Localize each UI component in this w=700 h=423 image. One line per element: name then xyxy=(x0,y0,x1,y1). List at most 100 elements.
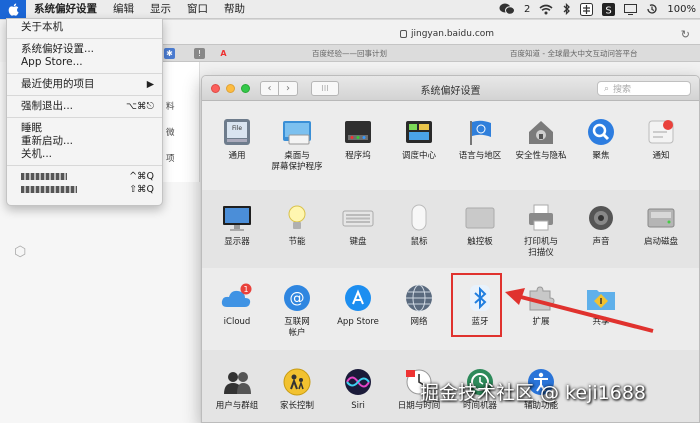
display-icon xyxy=(220,202,254,234)
a-logo-icon[interactable]: A xyxy=(218,48,229,59)
svg-text:@: @ xyxy=(290,289,305,307)
menu-system-preferences[interactable]: 系统偏好设置 xyxy=(26,0,105,19)
pref-startup-disk[interactable]: 启动磁盘 xyxy=(630,202,692,248)
menu-item-lock-screen[interactable]: ^⌘Q xyxy=(7,170,162,183)
siri-icon xyxy=(341,366,375,398)
address-bar[interactable]: jingyan.baidu.com ↻ xyxy=(160,25,700,43)
tab-baidu-jingyan[interactable]: 百度经验——回事计划 xyxy=(312,48,387,59)
network-globe-icon xyxy=(402,282,436,314)
menu-item-sleep[interactable]: 睡眠 xyxy=(7,122,162,135)
pref-label: 桌面与 屏幕保护程序 xyxy=(271,151,323,172)
pref-printers[interactable]: 打印机与 扫描仪 xyxy=(510,202,572,259)
parental-controls-icon xyxy=(280,366,314,398)
pref-label: 鼠标 xyxy=(410,237,428,247)
pref-language-region[interactable]: 语言与地区 xyxy=(449,116,511,162)
wifi-icon[interactable] xyxy=(539,4,553,15)
pref-internet-accounts[interactable]: @ 互联网 帐户 xyxy=(266,282,328,339)
shortcut-label: ⇧⌘Q xyxy=(129,184,154,195)
search-icon: ⌕ xyxy=(604,83,610,94)
apple-menu-icon[interactable] xyxy=(0,0,26,19)
status-area: 2 S 100% xyxy=(499,2,700,16)
menu-item-shutdown[interactable]: 关机... xyxy=(7,148,162,161)
pref-spotlight[interactable]: 聚焦 xyxy=(570,116,632,162)
apple-menu-dropdown: 关于本机 系统偏好设置... App Store... 最近使用的项目 ▶ 强制退… xyxy=(6,18,163,206)
icloud-icon: 1 xyxy=(220,282,254,314)
menu-item-system-prefs[interactable]: 系统偏好设置... xyxy=(7,43,162,56)
menu-item-app-store[interactable]: App Store... xyxy=(7,56,162,69)
pref-trackpad[interactable]: 触控板 xyxy=(449,202,511,248)
pref-energy-saver[interactable]: 节能 xyxy=(266,202,328,248)
menu-item-label: 睡眠 xyxy=(21,122,42,134)
menu-view[interactable]: 显示 xyxy=(142,0,179,19)
desktop-screensaver-icon xyxy=(280,116,314,148)
pref-label: 触控板 xyxy=(467,237,493,247)
menu-edit[interactable]: 编辑 xyxy=(105,0,142,19)
menu-item-label: App Store... xyxy=(21,56,83,68)
pref-users-groups[interactable]: 用户与群组 xyxy=(206,366,268,412)
app-store-icon xyxy=(341,282,375,314)
pref-desktop[interactable]: 桌面与 屏幕保护程序 xyxy=(266,116,328,173)
window-titlebar: ‹ › ⁝⁝⁝ 系统偏好设置 ⌕ 搜索 xyxy=(202,76,699,101)
pref-mouse[interactable]: 鼠标 xyxy=(388,202,450,248)
users-icon xyxy=(220,366,254,398)
pref-icloud[interactable]: 1 iCloud xyxy=(206,282,268,328)
pref-label: 通用 xyxy=(228,151,246,161)
notifications-icon xyxy=(644,116,678,148)
pref-general[interactable]: File 通用 xyxy=(206,116,268,162)
url-text: jingyan.baidu.com xyxy=(411,29,495,39)
menu-separator xyxy=(7,38,162,39)
favicon-icon[interactable]: ✱ xyxy=(164,48,175,59)
pref-label: 调度中心 xyxy=(401,151,436,161)
tab-baidu-zhidao[interactable]: 百度知道 - 全球最大中文互动问答平台 xyxy=(510,48,637,59)
menu-item-about[interactable]: 关于本机 xyxy=(7,21,162,34)
house-lock-icon xyxy=(524,116,558,148)
tab-bar: ✱ ! A 百度经验——回事计划 百度知道 - 全球最大中文互动问答平台 xyxy=(160,44,700,62)
wechat-icon[interactable] xyxy=(499,3,516,15)
search-field[interactable]: ⌕ 搜索 xyxy=(597,81,691,96)
mouse-icon xyxy=(402,202,436,234)
menu-item-force-quit[interactable]: 强制退出... ⌥⌘⎋ xyxy=(7,100,162,113)
bluetooth-status-icon[interactable] xyxy=(562,3,571,15)
menu-item-recent[interactable]: 最近使用的项目 ▶ xyxy=(7,78,162,91)
pref-keyboard[interactable]: 键盘 xyxy=(327,202,389,248)
reload-icon[interactable]: ↻ xyxy=(681,28,690,41)
pref-dock[interactable]: 程序坞 xyxy=(327,116,389,162)
history-icon[interactable] xyxy=(646,3,658,15)
pointer-arrow-icon xyxy=(505,288,654,333)
pref-app-store[interactable]: App Store xyxy=(327,282,389,328)
pref-mission-control[interactable]: 调度中心 xyxy=(388,116,450,162)
pref-displays[interactable]: 显示器 xyxy=(206,202,268,248)
speaker-icon xyxy=(584,202,618,234)
light-bulb-icon xyxy=(280,202,314,234)
menu-item-label: 强制退出... xyxy=(21,100,74,112)
at-sign-icon: @ xyxy=(280,282,314,314)
svg-text:File: File xyxy=(232,125,242,132)
menu-item-label: 最近使用的项目 xyxy=(21,78,95,90)
menu-help[interactable]: 帮助 xyxy=(216,0,253,19)
pref-label: 显示器 xyxy=(224,237,250,247)
pref-parental-controls[interactable]: 家长控制 xyxy=(266,366,328,412)
input-method-icon[interactable] xyxy=(580,2,594,16)
hard-disk-icon xyxy=(644,202,678,234)
pref-label: 聚焦 xyxy=(592,151,610,161)
pref-label: 启动磁盘 xyxy=(643,237,678,247)
sidebar-fragment: 料 xyxy=(166,102,175,112)
pref-notifications[interactable]: 通知 xyxy=(630,116,692,162)
s-app-icon[interactable]: S xyxy=(602,2,616,16)
pref-label: 程序坞 xyxy=(345,151,371,161)
pref-security[interactable]: 安全性与隐私 xyxy=(510,116,572,162)
bookmark-icon[interactable]: ! xyxy=(194,48,205,59)
pref-label: Siri xyxy=(351,401,365,411)
menu-item-logout[interactable]: ⇧⌘Q xyxy=(7,183,162,196)
menu-window[interactable]: 窗口 xyxy=(179,0,216,19)
shortcut-label: ⌥⌘⎋ xyxy=(126,101,154,112)
pref-sound[interactable]: 声音 xyxy=(570,202,632,248)
pref-siri[interactable]: Siri xyxy=(327,366,389,412)
screen-icon[interactable] xyxy=(624,3,638,15)
pref-label: 网络 xyxy=(410,317,428,327)
pref-network[interactable]: 网络 xyxy=(388,282,450,328)
pref-label: App Store xyxy=(337,317,379,327)
lock-icon xyxy=(400,30,407,38)
prefs-section-hardware: 显示器 节能 键盘 鼠标 触控板 打印机与 扫描仪 声音 启动磁盘 xyxy=(202,190,699,268)
menu-item-restart[interactable]: 重新启动... xyxy=(7,135,162,148)
